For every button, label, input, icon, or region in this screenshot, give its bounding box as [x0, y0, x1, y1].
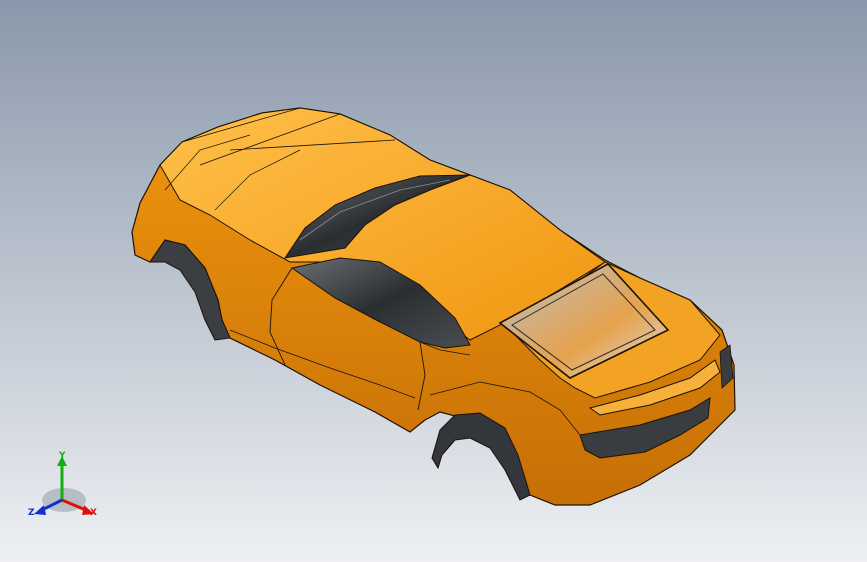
y-axis-label: Y [58, 451, 66, 461]
z-axis-label: Z [28, 508, 35, 518]
x-axis-label: X [90, 508, 97, 518]
graphics-viewport[interactable]: Y X Z [0, 0, 867, 562]
model-view[interactable]: Y X Z [0, 0, 867, 562]
